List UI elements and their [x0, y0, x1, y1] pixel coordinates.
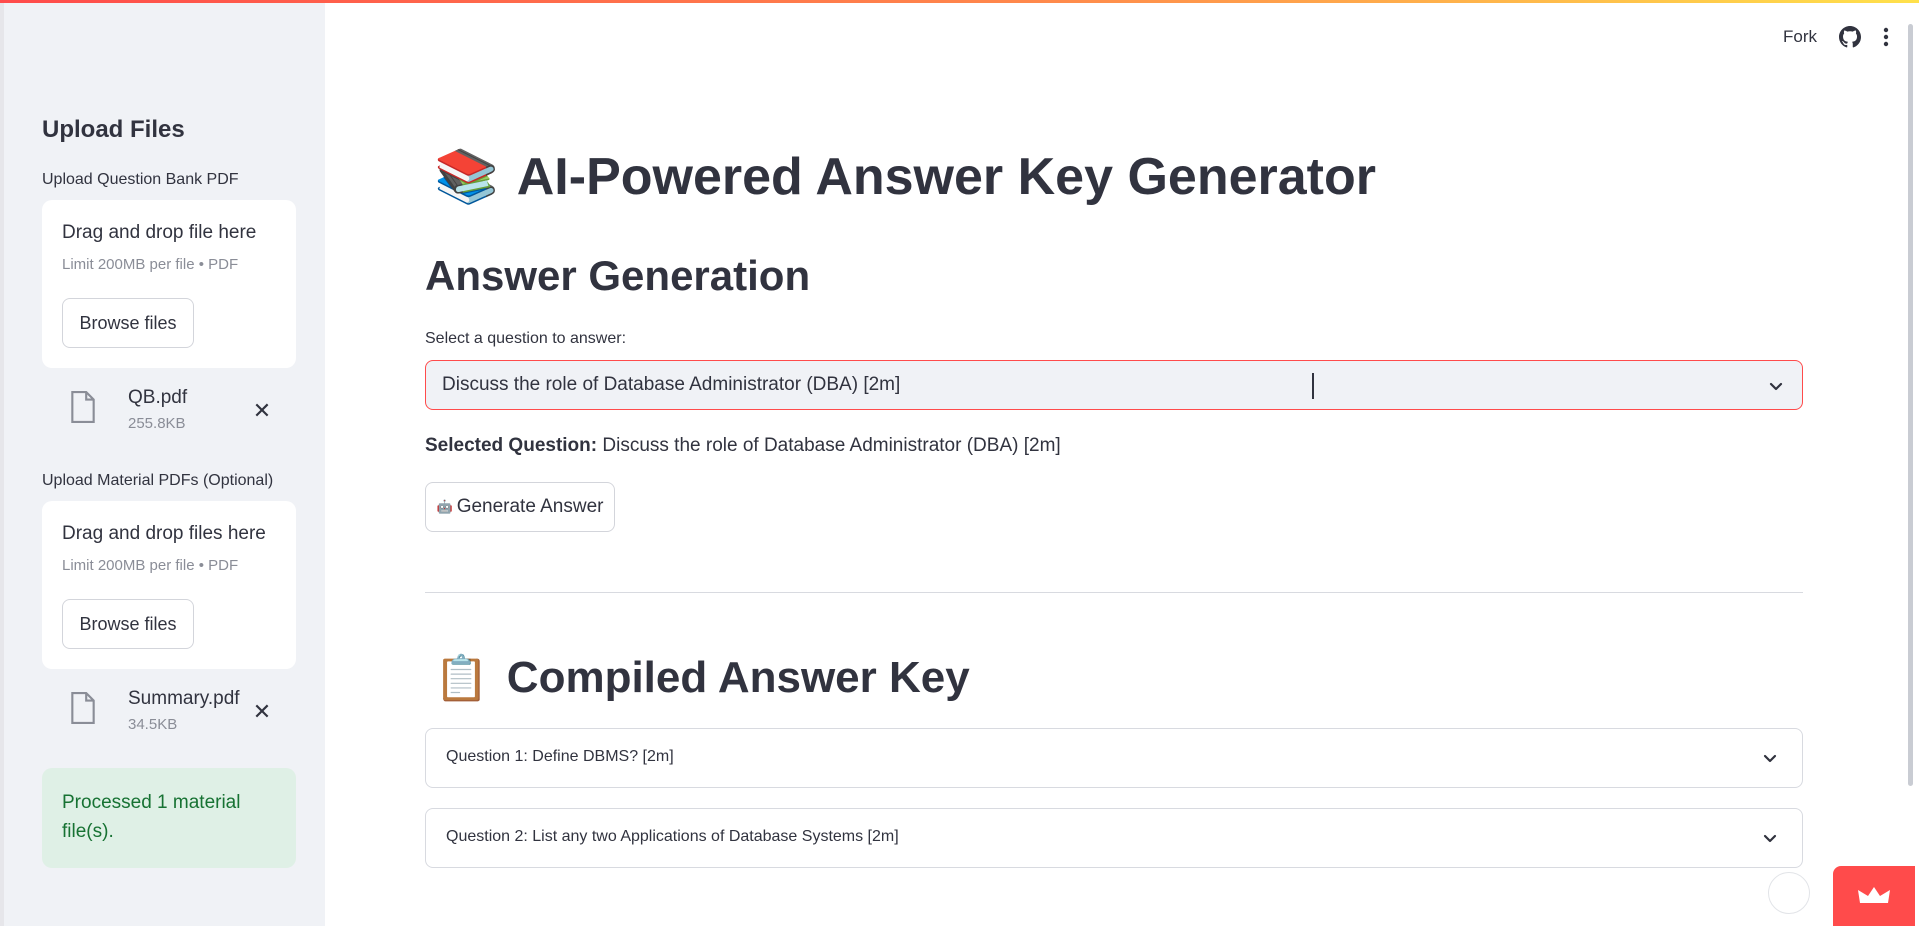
material-file-name: Summary.pdf: [128, 688, 240, 709]
generate-answer-button[interactable]: 🤖 Generate Answer: [425, 482, 615, 532]
answer-expander[interactable]: Question 2: List any two Applications of…: [425, 808, 1803, 868]
material-browse-button[interactable]: Browse files: [62, 599, 194, 649]
page-title: 📚 AI-Powered Answer Key Generator: [434, 146, 1376, 207]
fork-link[interactable]: Fork: [1783, 27, 1817, 47]
compiled-answer-key-title: 📋 Compiled Answer Key: [434, 652, 970, 704]
selected-question-text: Selected Question: Discuss the role of D…: [425, 435, 1061, 457]
crown-icon[interactable]: [1833, 866, 1915, 926]
file-icon: [71, 391, 95, 423]
page-title-text: AI-Powered Answer Key Generator: [516, 147, 1376, 206]
text-cursor: [1312, 373, 1314, 399]
section-title: Answer Generation: [425, 252, 811, 299]
qb-limit-text: Limit 200MB per file • PDF: [62, 256, 239, 273]
expander-label: Question 2: List any two Applications of…: [446, 828, 899, 845]
question-select[interactable]: Discuss the role of Database Administrat…: [425, 360, 1803, 410]
selected-question-label: Selected Question:: [425, 435, 598, 456]
divider: [425, 592, 1803, 593]
books-icon: 📚: [434, 148, 499, 206]
success-alert: Processed 1 material file(s).: [42, 768, 296, 868]
robot-icon: 🤖: [436, 499, 453, 514]
close-icon[interactable]: ✕: [250, 700, 274, 724]
qb-uploaded-file: QB.pdf 255.8KB ✕: [42, 387, 296, 447]
qb-file-size: 255.8KB: [128, 415, 186, 432]
close-icon[interactable]: ✕: [250, 399, 274, 423]
github-icon[interactable]: [1839, 26, 1861, 48]
file-icon: [71, 692, 95, 724]
compiled-title-text: Compiled Answer Key: [506, 653, 970, 702]
status-widget[interactable]: [1768, 872, 1810, 914]
qb-browse-button[interactable]: Browse files: [62, 298, 194, 348]
material-dropzone[interactable]: Drag and drop files here Limit 200MB per…: [42, 501, 296, 669]
material-file-size: 34.5KB: [128, 716, 178, 733]
question-select-value: Discuss the role of Database Administrat…: [442, 374, 901, 395]
generate-answer-label: Generate Answer: [456, 496, 604, 517]
material-uploader-label: Upload Material PDFs (Optional): [42, 472, 274, 489]
kebab-menu-icon[interactable]: [1883, 27, 1889, 47]
crown-icon-glyph: [1858, 887, 1890, 903]
qb-file-name: QB.pdf: [128, 387, 188, 408]
material-drop-text: Drag and drop files here: [62, 523, 266, 544]
chevron-down-icon[interactable]: [1762, 830, 1778, 846]
answer-expander[interactable]: Question 1: Define DBMS? [2m]: [425, 728, 1803, 788]
expander-label: Question 1: Define DBMS? [2m]: [446, 748, 674, 765]
sidebar: Upload Files Upload Question Bank PDF Dr…: [0, 0, 325, 926]
chevron-down-icon[interactable]: [1768, 378, 1784, 394]
qb-drop-text: Drag and drop file here: [62, 222, 257, 243]
top-decoration-bar: [0, 0, 1919, 3]
qb-dropzone[interactable]: Drag and drop file here Limit 200MB per …: [42, 200, 296, 368]
header-toolbar: Fork: [1783, 26, 1889, 48]
sidebar-title: Upload Files: [42, 116, 185, 143]
material-limit-text: Limit 200MB per file • PDF: [62, 557, 239, 574]
question-select-label: Select a question to answer:: [425, 330, 627, 347]
scrollbar[interactable]: [1908, 24, 1913, 786]
material-uploaded-file: Summary.pdf 34.5KB ✕: [42, 688, 296, 748]
clipboard-icon: 📋: [434, 654, 489, 703]
selected-question-value: Discuss the role of Database Administrat…: [602, 435, 1061, 456]
qb-uploader-label: Upload Question Bank PDF: [42, 171, 239, 188]
chevron-down-icon[interactable]: [1762, 750, 1778, 766]
